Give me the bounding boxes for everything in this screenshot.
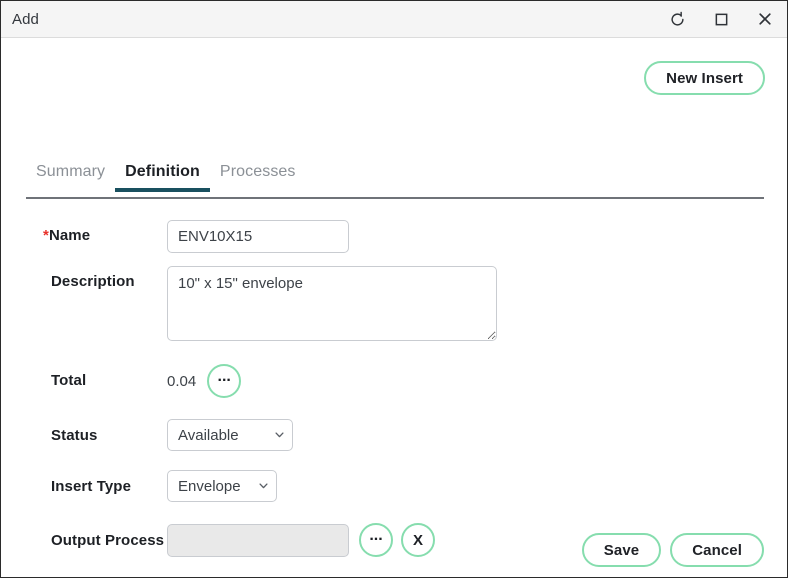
field-row-description: Description	[1, 266, 787, 341]
name-input[interactable]	[167, 220, 349, 253]
field-row-total: Total 0.04 ...	[1, 364, 787, 398]
output-process-label: Output Process	[51, 532, 165, 549]
definition-form: *Name Description Total 0.04 ...	[1, 220, 787, 557]
description-control	[167, 266, 497, 341]
save-button[interactable]: Save	[581, 533, 662, 567]
name-control	[167, 220, 349, 253]
insert-type-control: Envelope	[167, 470, 277, 502]
field-row-insert-type: Insert Type Envelope	[1, 470, 787, 502]
dialog-content: New Insert Summary Definition Processes …	[1, 38, 787, 577]
output-process-browse-button[interactable]: ...	[359, 523, 393, 557]
status-label: Status	[51, 427, 98, 444]
status-select-wrap: Available	[167, 419, 293, 451]
new-insert-button[interactable]: New Insert	[644, 61, 765, 95]
description-textarea[interactable]	[167, 266, 497, 341]
cancel-button[interactable]: Cancel	[670, 533, 764, 567]
new-insert-toolbar: New Insert	[644, 61, 765, 95]
tab-summary[interactable]: Summary	[26, 163, 115, 190]
total-value: 0.04	[167, 372, 197, 390]
maximize-icon[interactable]	[699, 1, 743, 37]
refresh-icon[interactable]	[655, 1, 699, 37]
close-icon[interactable]	[743, 1, 787, 37]
status-control: Available	[167, 419, 293, 451]
field-row-name: *Name	[1, 220, 787, 253]
add-dialog-window: Add New Insert Summary Definition Proces…	[0, 0, 788, 578]
insert-type-select[interactable]: Envelope	[167, 470, 277, 502]
field-row-status: Status Available	[1, 419, 787, 451]
tab-processes[interactable]: Processes	[210, 163, 306, 190]
output-process-control: ... X	[167, 523, 435, 557]
total-control: 0.04 ...	[167, 364, 242, 398]
name-label-text: Name	[48, 227, 91, 244]
total-label: Total	[51, 372, 87, 389]
tab-definition[interactable]: Definition	[115, 163, 210, 192]
description-label: Description	[51, 273, 135, 290]
total-browse-button[interactable]: ...	[207, 364, 242, 398]
tab-bar: Summary Definition Processes	[26, 163, 764, 199]
output-process-clear-button[interactable]: X	[401, 523, 435, 557]
window-title: Add	[12, 10, 39, 28]
dialog-footer: Save Cancel	[581, 533, 764, 567]
insert-type-label: Insert Type	[51, 478, 132, 495]
name-label: *Name	[1, 220, 167, 244]
status-select[interactable]: Available	[167, 419, 293, 451]
output-process-input[interactable]	[167, 523, 349, 557]
insert-type-select-wrap: Envelope	[167, 470, 277, 502]
titlebar: Add	[1, 1, 787, 38]
window-controls	[655, 1, 787, 37]
